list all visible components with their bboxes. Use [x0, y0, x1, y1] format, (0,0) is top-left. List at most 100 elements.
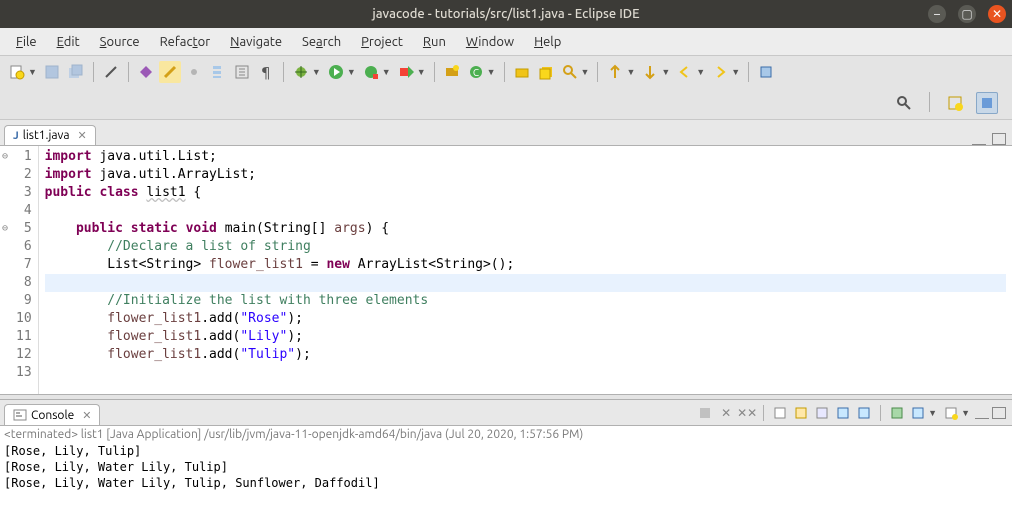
debug-icon[interactable]: [290, 61, 312, 83]
menu-edit[interactable]: Edit: [49, 31, 88, 53]
svg-text:C: C: [473, 67, 479, 78]
code-line[interactable]: import java.util.List;: [45, 148, 1006, 166]
pilcrow-icon[interactable]: ¶: [255, 61, 277, 83]
menu-search[interactable]: Search: [294, 31, 349, 53]
menu-navigate[interactable]: Navigate: [222, 31, 290, 53]
menu-refactor[interactable]: Refactor: [152, 31, 219, 53]
new-package-icon[interactable]: [441, 61, 463, 83]
code-line[interactable]: flower_list1.add("Tulip");: [45, 346, 1006, 364]
perspective-open-icon[interactable]: [944, 92, 966, 114]
remove-launch-button[interactable]: ✕: [717, 404, 735, 422]
line-number: 7: [16, 256, 32, 274]
line-number: 8: [16, 274, 32, 292]
editor-tab-close-icon[interactable]: ✕: [78, 129, 87, 142]
editor-tabbar: J list1.java ✕: [0, 120, 1012, 146]
view-minimize-icon[interactable]: [972, 133, 986, 145]
remove-all-terminated-button[interactable]: ✕✕: [738, 404, 756, 422]
show-whitespace-icon[interactable]: [231, 61, 253, 83]
line-number: 5: [16, 220, 32, 238]
code-area[interactable]: import java.util.List;import java.util.A…: [39, 146, 1012, 394]
block-select-icon[interactable]: [207, 61, 229, 83]
code-line[interactable]: public static void main(String[] args) {: [45, 220, 1006, 238]
code-line[interactable]: [45, 202, 1006, 220]
forward-dropdown-icon[interactable]: ▼: [731, 67, 740, 77]
clear-console-button[interactable]: [771, 404, 789, 422]
display-selected-dropdown-icon[interactable]: ▼: [928, 408, 937, 418]
menu-help[interactable]: Help: [526, 31, 569, 53]
menu-window[interactable]: Window: [458, 31, 522, 53]
java-perspective-icon[interactable]: [976, 92, 998, 114]
coverage-icon[interactable]: [360, 61, 382, 83]
coverage-dropdown-icon[interactable]: ▼: [382, 67, 391, 77]
view-maximize-icon[interactable]: [992, 133, 1006, 145]
open-type-icon[interactable]: [511, 61, 533, 83]
open-console-dropdown-icon[interactable]: ▼: [961, 408, 970, 418]
editor-tab-label: list1.java: [23, 129, 70, 142]
code-line[interactable]: [45, 274, 1006, 292]
window-close-button[interactable]: ✕: [988, 5, 1006, 23]
line-number: 4: [16, 202, 32, 220]
debug-dropdown-icon[interactable]: ▼: [312, 67, 321, 77]
new-class-icon[interactable]: C: [465, 61, 487, 83]
search-toolbar-icon[interactable]: [559, 61, 581, 83]
next-annotation-dropdown-icon[interactable]: ▼: [661, 67, 670, 77]
menu-file[interactable]: File: [8, 31, 45, 53]
forward-icon[interactable]: [709, 61, 731, 83]
console-tab[interactable]: Console ✕: [4, 404, 100, 425]
toggle-mark-icon[interactable]: [159, 61, 181, 83]
console-output[interactable]: <terminated> list1 [Java Application] /u…: [0, 426, 1012, 516]
save-all-icon[interactable]: [65, 61, 87, 83]
back-icon[interactable]: [674, 61, 696, 83]
show-on-out-button[interactable]: [834, 404, 852, 422]
console-maximize-icon[interactable]: [992, 407, 1006, 419]
toggle-breadcrumb-icon[interactable]: [135, 61, 157, 83]
next-annotation-icon[interactable]: [639, 61, 661, 83]
code-editor[interactable]: 12345678910111213 import java.util.List;…: [0, 146, 1012, 394]
java-file-icon: J: [13, 130, 19, 142]
console-tab-close-icon[interactable]: ✕: [82, 409, 91, 422]
open-task-icon[interactable]: [535, 61, 557, 83]
wand-icon[interactable]: [100, 61, 122, 83]
run-icon[interactable]: [325, 61, 347, 83]
code-line[interactable]: //Declare a list of string: [45, 238, 1006, 256]
external-run-dropdown-icon[interactable]: ▼: [417, 67, 426, 77]
pin-console-button[interactable]: [888, 404, 906, 422]
back-dropdown-icon[interactable]: ▼: [696, 67, 705, 77]
console-line: [Rose, Lily, Water Lily, Tulip, Sunflowe…: [4, 475, 1008, 491]
prev-annotation-dropdown-icon[interactable]: ▼: [626, 67, 635, 77]
console-minimize-icon[interactable]: [975, 407, 989, 419]
menu-project[interactable]: Project: [353, 31, 411, 53]
word-wrap-button[interactable]: [813, 404, 831, 422]
prev-annotation-icon[interactable]: [604, 61, 626, 83]
window-minimize-button[interactable]: –: [928, 5, 946, 23]
editor-tab-list1[interactable]: J list1.java ✕: [4, 125, 96, 145]
external-run-icon[interactable]: [395, 61, 417, 83]
code-line[interactable]: flower_list1.add("Lily");: [45, 328, 1006, 346]
show-on-err-button[interactable]: [855, 404, 873, 422]
new-dropdown-icon[interactable]: ▼: [28, 67, 37, 77]
code-line[interactable]: [45, 364, 1006, 382]
console-line: [Rose, Lily, Tulip]: [4, 443, 1008, 459]
pin-editor-icon[interactable]: [755, 61, 777, 83]
code-line[interactable]: import java.util.ArrayList;: [45, 166, 1006, 184]
scroll-lock-button[interactable]: [792, 404, 810, 422]
display-selected-button[interactable]: [909, 404, 927, 422]
quick-access-search-icon[interactable]: [893, 92, 915, 114]
save-icon[interactable]: [41, 61, 63, 83]
line-number: 13: [16, 364, 32, 382]
step-icon[interactable]: [183, 61, 205, 83]
code-line[interactable]: public class list1 {: [45, 184, 1006, 202]
line-number-gutter: 12345678910111213: [14, 146, 39, 394]
terminate-button[interactable]: [696, 404, 714, 422]
search-toolbar-dropdown-icon[interactable]: ▼: [581, 67, 590, 77]
code-line[interactable]: flower_list1.add("Rose");: [45, 310, 1006, 328]
open-console-button[interactable]: [942, 404, 960, 422]
menu-source[interactable]: Source: [92, 31, 148, 53]
run-dropdown-icon[interactable]: ▼: [347, 67, 356, 77]
code-line[interactable]: List<String> flower_list1 = new ArrayLis…: [45, 256, 1006, 274]
window-maximize-button[interactable]: ▢: [958, 5, 976, 23]
menu-run[interactable]: Run: [415, 31, 454, 53]
new-class-dropdown-icon[interactable]: ▼: [487, 67, 496, 77]
new-icon[interactable]: [6, 61, 28, 83]
code-line[interactable]: //Initialize the list with three element…: [45, 292, 1006, 310]
